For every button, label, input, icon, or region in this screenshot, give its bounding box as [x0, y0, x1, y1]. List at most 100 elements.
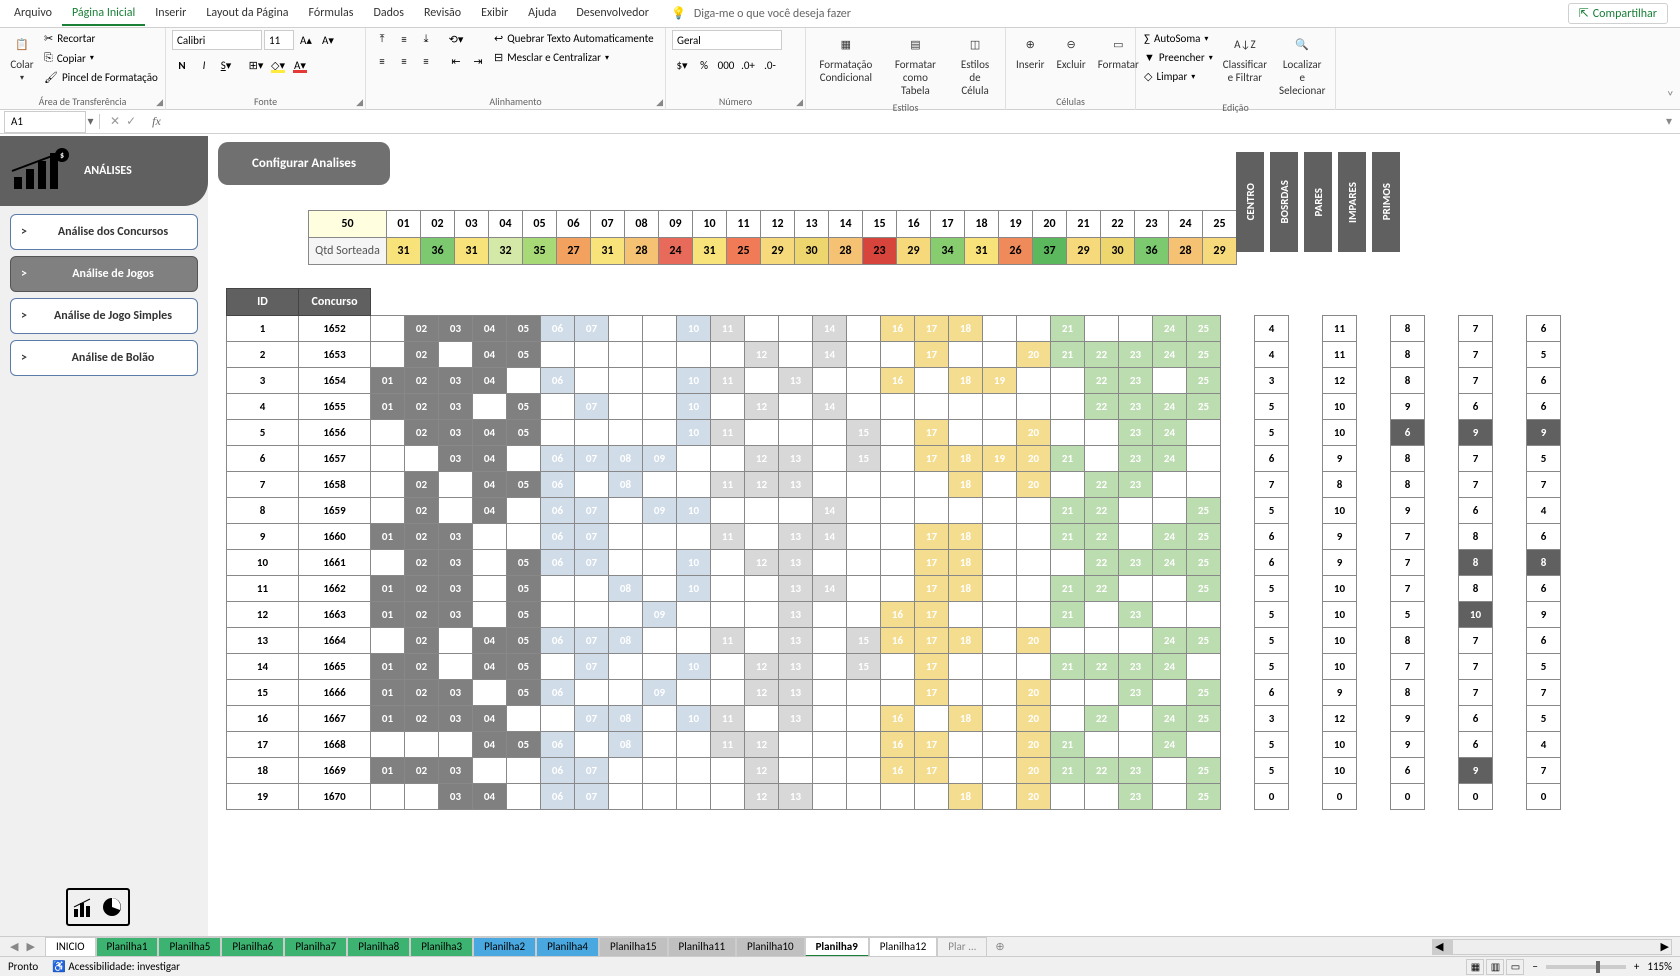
cell-num[interactable]: 07 [575, 784, 609, 810]
cell-num[interactable] [745, 316, 779, 342]
cell-stat[interactable]: 5 [1527, 342, 1561, 368]
cell-num[interactable]: 21 [1051, 498, 1085, 524]
cell-stat[interactable]: 11 [1323, 316, 1357, 342]
cell-num[interactable] [813, 368, 847, 394]
cell-num[interactable]: 20 [1017, 706, 1051, 732]
cell-num[interactable] [983, 498, 1017, 524]
cell-num[interactable]: 21 [1051, 342, 1085, 368]
panel-menu-3[interactable]: >Análise de Bolão [10, 340, 198, 376]
cell-stat[interactable]: 6 [1527, 368, 1561, 394]
cell-num[interactable] [371, 498, 405, 524]
cell-num[interactable] [779, 342, 813, 368]
cond-format-button[interactable]: ▦Formatação Condicional [812, 30, 880, 86]
cell-num[interactable]: 20 [1017, 758, 1051, 784]
menu-tab-fórmulas[interactable]: Fórmulas [299, 2, 364, 26]
cell-num[interactable] [1119, 732, 1153, 758]
cell-num[interactable] [439, 498, 473, 524]
cell-num[interactable] [1017, 550, 1051, 576]
cell-concurso[interactable]: 1658 [299, 472, 371, 498]
cell-num[interactable] [473, 524, 507, 550]
font-color-button[interactable]: A▾ [290, 56, 310, 74]
cell-num[interactable] [541, 576, 575, 602]
align-top-icon[interactable]: ⤒ [372, 30, 392, 48]
cell-num[interactable] [609, 654, 643, 680]
cell-num[interactable] [813, 758, 847, 784]
dec-decimal-icon[interactable]: .0- [760, 56, 780, 74]
cell-num[interactable] [677, 602, 711, 628]
cell-num[interactable]: 25 [1187, 498, 1221, 524]
cell-num[interactable] [473, 394, 507, 420]
cell-num[interactable]: 15 [847, 628, 881, 654]
cell-num[interactable] [1017, 368, 1051, 394]
cell-stat[interactable]: 9 [1323, 524, 1357, 550]
menu-tab-arquivo[interactable]: Arquivo [4, 2, 62, 26]
cell-num[interactable] [439, 472, 473, 498]
expand-formula-icon[interactable]: ▾ [1658, 114, 1680, 129]
collapse-ribbon-icon[interactable]: ˅ [1666, 88, 1674, 105]
cell-stat[interactable]: 0 [1391, 784, 1425, 810]
cell-stat[interactable]: 5 [1255, 628, 1289, 654]
cell-num[interactable]: 22 [1085, 758, 1119, 784]
font-family-input[interactable] [172, 30, 262, 50]
cell-num[interactable] [847, 784, 881, 810]
cell-num[interactable] [643, 576, 677, 602]
cell-stat[interactable]: 5 [1255, 602, 1289, 628]
cell-id[interactable]: 10 [227, 550, 299, 576]
cell-stat[interactable]: 10 [1323, 576, 1357, 602]
number-format-select[interactable] [672, 30, 782, 50]
cell-num[interactable] [643, 316, 677, 342]
cell-num[interactable] [643, 654, 677, 680]
cell-num[interactable]: 03 [439, 446, 473, 472]
cell-num[interactable] [575, 472, 609, 498]
orientation-icon[interactable]: ⟲▾ [446, 30, 466, 48]
accept-formula-icon[interactable]: ✓ [126, 114, 136, 129]
cell-stat[interactable]: 6 [1459, 732, 1493, 758]
cell-stat[interactable]: 6 [1527, 316, 1561, 342]
cell-num[interactable] [813, 550, 847, 576]
cell-stat[interactable]: 5 [1527, 654, 1561, 680]
wrap-text-button[interactable]: ↩Quebrar Texto Automaticamente [492, 30, 656, 47]
cell-num[interactable]: 21 [1051, 524, 1085, 550]
cell-num[interactable]: 17 [915, 576, 949, 602]
cell-stat[interactable]: 9 [1527, 602, 1561, 628]
cell-num[interactable] [609, 368, 643, 394]
cell-num[interactable]: 22 [1085, 576, 1119, 602]
cell-num[interactable]: 22 [1085, 524, 1119, 550]
cell-num[interactable]: 16 [881, 628, 915, 654]
cell-num[interactable] [983, 758, 1017, 784]
cell-num[interactable]: 03 [439, 758, 473, 784]
sheet-tab-planilha1[interactable]: Planilha1 [96, 937, 159, 957]
cell-num[interactable] [813, 472, 847, 498]
cell-num[interactable]: 13 [779, 368, 813, 394]
cell-num[interactable] [507, 446, 541, 472]
cell-num[interactable] [779, 498, 813, 524]
cell-stat[interactable]: 7 [1527, 758, 1561, 784]
cell-num[interactable]: 09 [643, 680, 677, 706]
cell-num[interactable] [609, 784, 643, 810]
cell-stat[interactable]: 6 [1255, 680, 1289, 706]
cell-num[interactable] [1017, 498, 1051, 524]
cell-num[interactable]: 07 [575, 394, 609, 420]
cell-num[interactable] [745, 368, 779, 394]
cell-num[interactable]: 03 [439, 680, 473, 706]
cell-num[interactable]: 05 [507, 680, 541, 706]
cell-stat[interactable]: 7 [1459, 654, 1493, 680]
cell-num[interactable] [983, 784, 1017, 810]
cell-num[interactable]: 15 [847, 420, 881, 446]
cell-num[interactable]: 05 [507, 732, 541, 758]
cell-num[interactable]: 03 [439, 394, 473, 420]
cell-num[interactable]: 18 [949, 550, 983, 576]
cell-stat[interactable]: 9 [1323, 550, 1357, 576]
cell-num[interactable] [541, 420, 575, 446]
cell-stat[interactable]: 5 [1255, 394, 1289, 420]
cell-num[interactable]: 06 [541, 316, 575, 342]
tab-next-icon[interactable]: ▶ [26, 940, 34, 953]
cell-stat[interactable]: 6 [1255, 550, 1289, 576]
cell-num[interactable] [1153, 680, 1187, 706]
dialog-launcher-icon[interactable]: ◢ [796, 97, 803, 108]
cancel-formula-icon[interactable]: ✕ [110, 114, 120, 129]
menu-tab-página-inicial[interactable]: Página Inicial [62, 2, 145, 26]
cell-num[interactable] [643, 550, 677, 576]
hscroll[interactable]: ◀▶ [1432, 939, 1672, 955]
cell-num[interactable]: 17 [915, 602, 949, 628]
